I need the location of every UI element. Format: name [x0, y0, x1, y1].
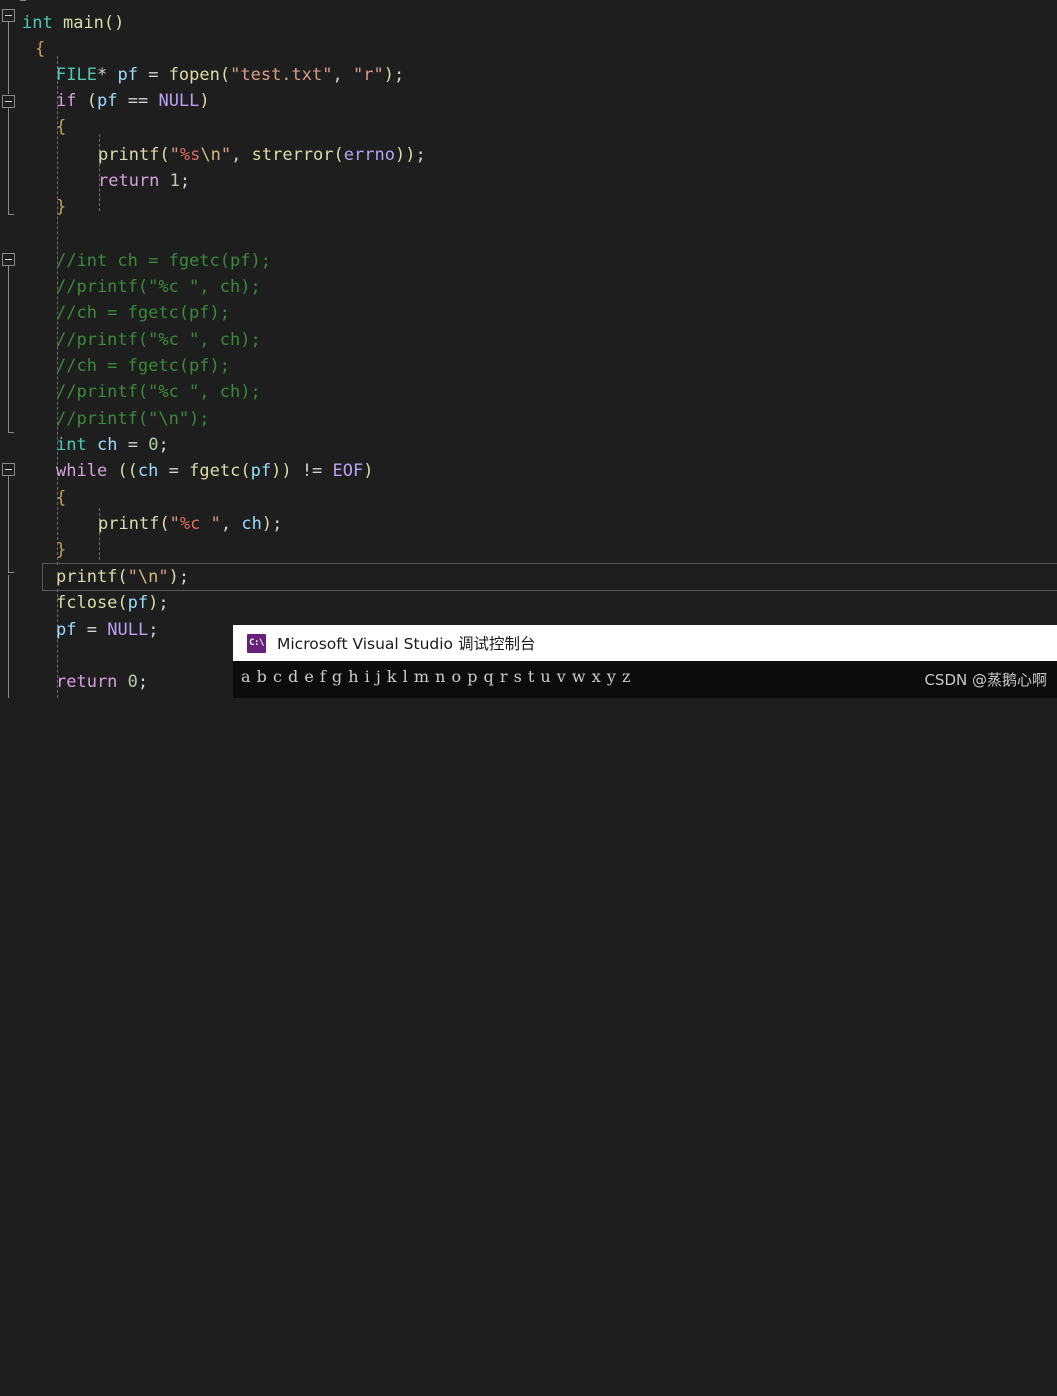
code-editor[interactable]: int main() { FILE* pf = fopen("test.txt"… — [0, 0, 1057, 698]
token-comment: //ch = fgetc(pf); — [56, 303, 230, 323]
code-line[interactable]: printf("%c ", ch); — [0, 511, 1057, 537]
token-brace: { — [35, 39, 46, 59]
code-line[interactable]: //printf("%c ", ch); — [0, 274, 1057, 300]
token-comment: //int ch = fgetc(pf); — [56, 251, 271, 271]
token-number: 1 — [169, 171, 180, 191]
code-line[interactable]: fclose(pf); — [0, 590, 1057, 616]
console-title: Microsoft Visual Studio 调试控制台 — [277, 635, 536, 653]
code-line[interactable]: { — [0, 114, 1057, 140]
token-keyword: if — [56, 91, 77, 111]
code-line[interactable]: { — [0, 485, 1057, 511]
code-line[interactable]: int main() — [0, 10, 1057, 36]
code-line[interactable]: //printf("%c ", ch); — [0, 379, 1057, 405]
console-app-icon: C:\ — [247, 633, 266, 653]
token-type: int — [22, 13, 53, 33]
code-line[interactable] — [0, 220, 1057, 246]
code-line[interactable]: printf("%s\n", strerror(errno)); — [0, 142, 1057, 168]
code-line[interactable]: //int ch = fgetc(pf); — [0, 248, 1057, 274]
code-line[interactable]: } — [0, 537, 1057, 563]
token-function: main — [62, 13, 104, 33]
code-line[interactable]: { — [0, 36, 1057, 62]
code-line[interactable]: int ch = 0; — [0, 432, 1057, 458]
code-line[interactable]: while ((ch = fgetc(pf)) != EOF) — [0, 458, 1057, 484]
code-line[interactable]: if (pf == NULL) — [0, 88, 1057, 114]
code-text[interactable]: int main() { FILE* pf = fopen("test.txt"… — [0, 0, 1057, 1396]
code-line[interactable]: return 1; — [0, 168, 1057, 194]
token-comment: //printf("%c ", ch); — [56, 277, 261, 297]
watermark: CSDN @蒸鹅心啊 — [924, 671, 1047, 689]
token-escape: \n — [200, 145, 221, 165]
token-comment: //printf("%c ", ch); — [56, 382, 261, 402]
console-app-icon-label: C:\ — [249, 637, 264, 648]
code-line[interactable]: //ch = fgetc(pf); — [0, 353, 1057, 379]
console-titlebar[interactable]: C:\ Microsoft Visual Studio 调试控制台 — [233, 625, 1057, 661]
token-comment: //printf("\n"); — [56, 409, 210, 429]
code-line[interactable]: //printf("\n"); — [0, 406, 1057, 432]
code-line[interactable]: FILE* pf = fopen("test.txt", "r"); — [0, 62, 1057, 88]
code-line[interactable]: //printf("%c ", ch); — [0, 327, 1057, 353]
token-comment: //printf("%c ", ch); — [56, 330, 261, 350]
code-line[interactable]: } — [0, 194, 1057, 220]
token-macro: NULL — [158, 91, 200, 111]
token-comment: //ch = fgetc(pf); — [56, 356, 230, 376]
code-line[interactable]: //ch = fgetc(pf); — [0, 300, 1057, 326]
token-format-spec: %s — [179, 145, 201, 165]
code-line[interactable]: printf("\n"); — [0, 564, 1057, 590]
